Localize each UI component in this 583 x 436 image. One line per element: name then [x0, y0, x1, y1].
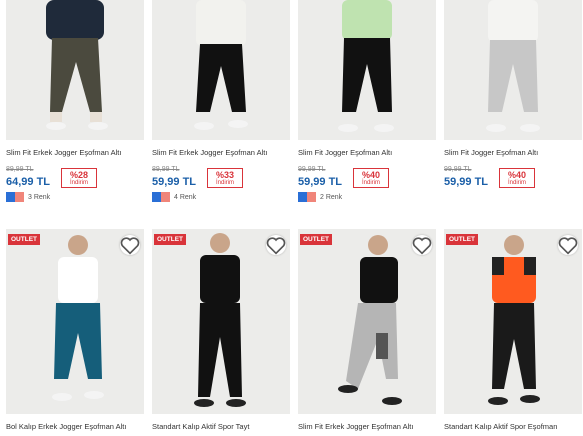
- product-image[interactable]: OUTLET: [298, 229, 436, 414]
- outlet-badge: OUTLET: [8, 234, 40, 245]
- product-title[interactable]: Bol Kalıp Erkek Jogger Eşofman Altı: [6, 422, 144, 436]
- model-figure: [52, 235, 104, 401]
- price-block: 89,99 TL 64,99 TL %28 İndirim 3 Renk: [6, 166, 144, 204]
- product-card[interactable]: Slim Fit Erkek Jogger Eşofman Altı 89,99…: [152, 0, 290, 204]
- discount-percent: %40: [361, 170, 380, 180]
- outlet-badge: OUTLET: [300, 234, 332, 245]
- product-image[interactable]: [298, 0, 436, 140]
- model-figure: [46, 0, 108, 130]
- color-options[interactable]: 4 Renk: [152, 192, 196, 202]
- favorite-button[interactable]: [558, 235, 578, 255]
- outlet-badge: OUTLET: [446, 234, 478, 245]
- discount-percent: %40: [507, 170, 526, 180]
- product-image[interactable]: [444, 0, 582, 140]
- product-image[interactable]: OUTLET: [152, 229, 290, 414]
- product-card[interactable]: Slim Fit Jogger Eşofman Altı 99,99 TL 59…: [444, 0, 582, 204]
- old-price: 89,99 TL: [152, 166, 180, 173]
- product-image[interactable]: [6, 0, 144, 140]
- old-price: 99,99 TL: [444, 166, 472, 173]
- discount-label: İndirim: [69, 180, 88, 186]
- product-card[interactable]: Slim Fit Jogger Eşofman Altı 99,99 TL 59…: [298, 0, 436, 204]
- heart-icon: [266, 237, 286, 255]
- product-title[interactable]: Slim Fit Jogger Eşofman Altı: [298, 148, 436, 162]
- product-card[interactable]: OUTLET Standart Kalıp Aktif Spor Eşofman: [444, 229, 582, 436]
- old-price: 99,99 TL: [298, 166, 326, 173]
- product-title[interactable]: Standart Kalıp Aktif Spor Eşofman: [444, 422, 582, 436]
- color-swatch-icon: [298, 192, 316, 202]
- price-block: 99,99 TL 59,99 TL %40 İndirim: [444, 166, 582, 204]
- color-options[interactable]: 2 Renk: [298, 192, 342, 202]
- discount-label: İndirim: [215, 180, 234, 186]
- color-swatch-icon: [6, 192, 24, 202]
- current-price: 59,99 TL: [444, 176, 489, 188]
- color-count: 3 Renk: [28, 193, 51, 201]
- discount-badge: %28 İndirim: [61, 168, 97, 188]
- price-block: 99,99 TL 59,99 TL %40 İndirim 2 Renk: [298, 166, 436, 204]
- model-figure: [486, 0, 540, 132]
- model-figure: [194, 0, 248, 130]
- product-card[interactable]: OUTLET Bol Kalıp Erkek Jogger Eşofman Al…: [6, 229, 144, 436]
- price-block: 89,99 TL 59,99 TL %33 İndirim 4 Renk: [152, 166, 290, 204]
- current-price: 64,99 TL: [6, 176, 51, 188]
- product-title[interactable]: Slim Fit Jogger Eşofman Altı: [444, 148, 582, 162]
- product-title[interactable]: Slim Fit Erkek Jogger Eşofman Altı: [298, 422, 436, 436]
- product-card[interactable]: OUTLET Slim Fit Erkek Jogger Eşofman Alt…: [298, 229, 436, 436]
- discount-badge: %33 İndirim: [207, 168, 243, 188]
- outlet-badge: OUTLET: [154, 234, 186, 245]
- product-title[interactable]: Standart Kalıp Aktif Spor Tayt: [152, 422, 290, 436]
- heart-icon: [412, 237, 432, 255]
- old-price: 89,99 TL: [6, 166, 34, 173]
- product-card[interactable]: Slim Fit Erkek Jogger Eşofman Altı 89,99…: [6, 0, 144, 204]
- color-count: 4 Renk: [174, 193, 197, 201]
- model-figure: [488, 235, 540, 405]
- product-title[interactable]: Slim Fit Erkek Jogger Eşofman Altı: [6, 148, 144, 162]
- favorite-button[interactable]: [120, 235, 140, 255]
- color-options[interactable]: 3 Renk: [6, 192, 50, 202]
- product-image[interactable]: [152, 0, 290, 140]
- color-count: 2 Renk: [320, 193, 343, 201]
- model-figure: [194, 233, 246, 407]
- favorite-button[interactable]: [266, 235, 286, 255]
- discount-percent: %28: [69, 170, 88, 180]
- heart-icon: [120, 237, 140, 255]
- discount-label: İndirim: [361, 180, 380, 186]
- product-image[interactable]: OUTLET: [444, 229, 582, 414]
- product-card[interactable]: OUTLET Standart Kalıp Aktif Spor Tayt: [152, 229, 290, 436]
- discount-badge: %40 İndirim: [353, 168, 389, 188]
- heart-icon: [558, 237, 578, 255]
- color-swatch-icon: [152, 192, 170, 202]
- product-title[interactable]: Slim Fit Erkek Jogger Eşofman Altı: [152, 148, 290, 162]
- discount-percent: %33: [215, 170, 234, 180]
- model-figure: [338, 0, 394, 132]
- model-figure: [338, 235, 402, 405]
- product-image[interactable]: OUTLET: [6, 229, 144, 414]
- current-price: 59,99 TL: [298, 176, 343, 188]
- favorite-button[interactable]: [412, 235, 432, 255]
- current-price: 59,99 TL: [152, 176, 197, 188]
- discount-badge: %40 İndirim: [499, 168, 535, 188]
- discount-label: İndirim: [507, 180, 526, 186]
